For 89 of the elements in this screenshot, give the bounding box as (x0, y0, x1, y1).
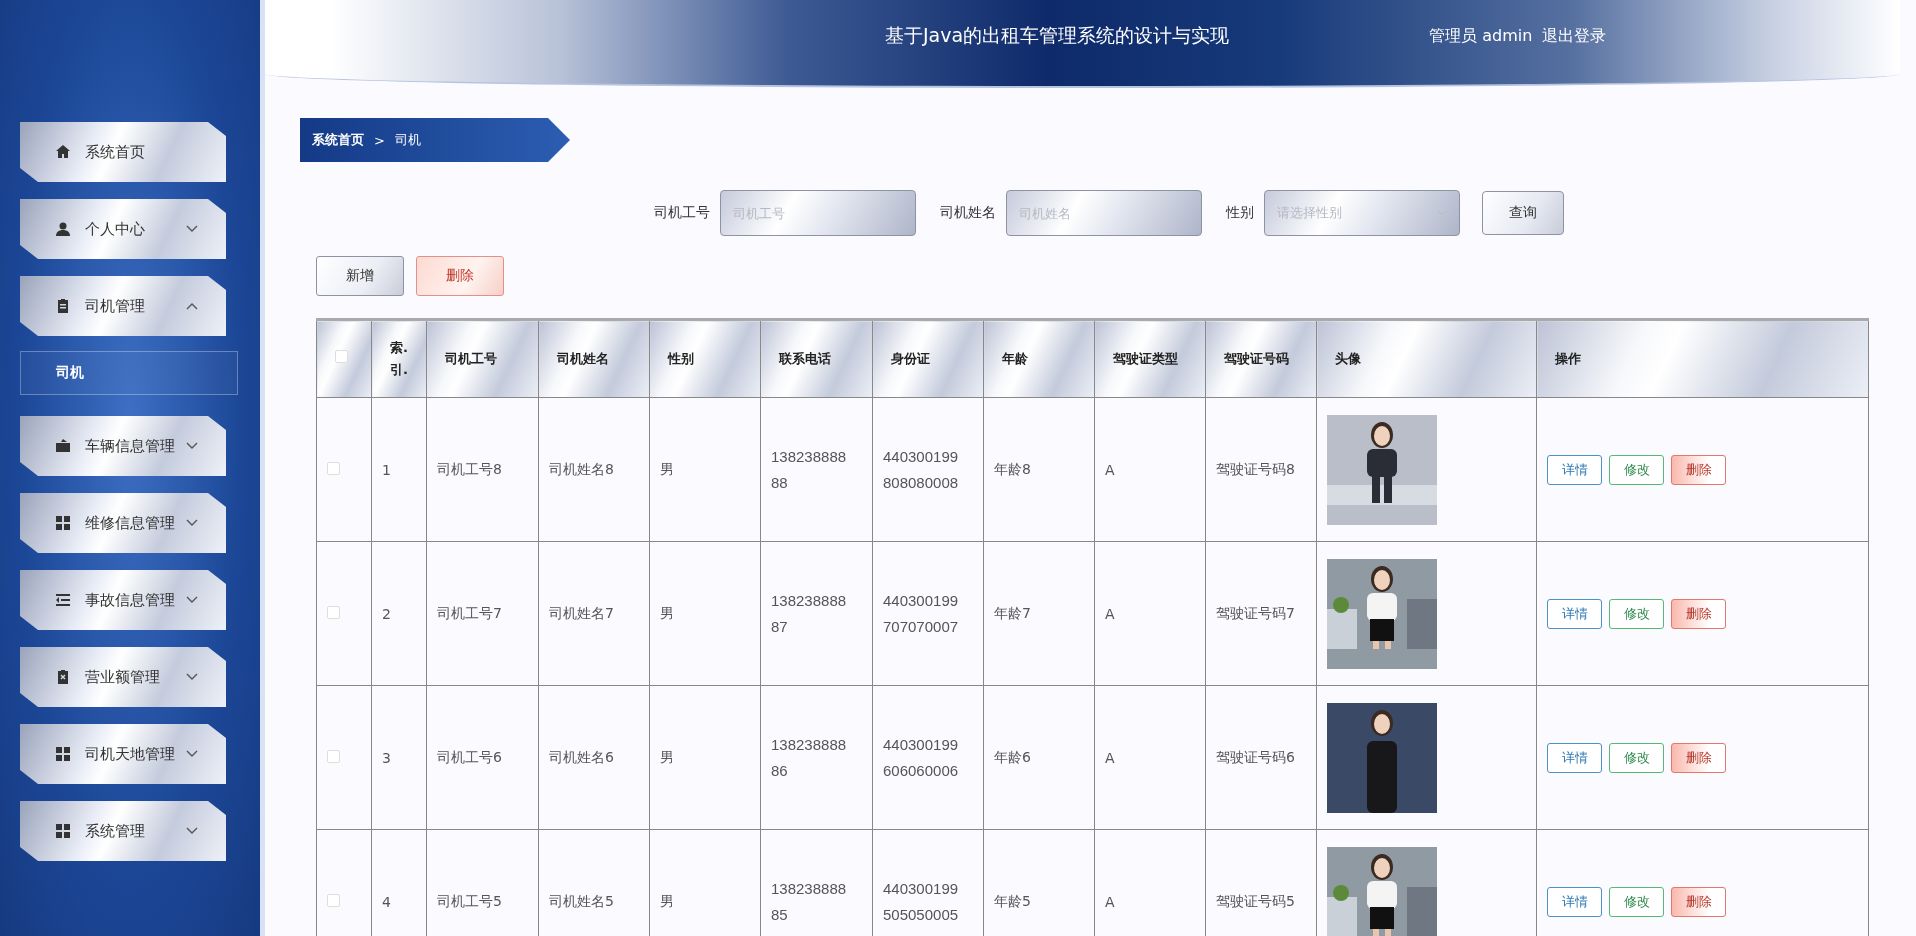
search-button[interactable]: 查询 (1482, 191, 1564, 235)
clipboard-icon (55, 298, 71, 314)
column-header: 头像 (1316, 319, 1537, 398)
column-header: 司机姓名 (538, 319, 650, 398)
delete-button[interactable]: 删除 (1671, 886, 1726, 917)
edit-button[interactable]: 修改 (1609, 742, 1664, 773)
sidebar-menu-item[interactable]: 营业额管理 (20, 647, 226, 707)
column-header: 性别 (649, 319, 761, 398)
sidebar-menu-item[interactable]: 司机管理 (20, 276, 226, 336)
field-label: 司机姓名 (940, 204, 996, 222)
table-cell-text: 440300199505050005 (883, 878, 960, 925)
row-checkbox[interactable] (327, 749, 340, 763)
sidebar-menu-item[interactable]: 系统管理 (20, 801, 226, 861)
edit-button[interactable]: 修改 (1609, 454, 1664, 485)
table-cell: 驾驶证号码8 (1205, 397, 1317, 542)
delete-button[interactable]: 删除 (1671, 742, 1726, 773)
logout-link[interactable]: 退出登录 (1542, 25, 1607, 47)
table-cell: 驾驶证号码6 (1205, 685, 1317, 830)
field-label: 性别 (1226, 204, 1254, 222)
table-cell: 男 (649, 685, 761, 830)
grid-icon (55, 823, 71, 839)
detail-button[interactable]: 详情 (1547, 598, 1602, 629)
table-cell: 年龄8 (983, 397, 1095, 542)
table-cell: 司机姓名6 (538, 685, 650, 830)
table-cell: 1 (371, 397, 427, 542)
grid-icon (55, 746, 71, 762)
column-header: 联系电话 (760, 319, 873, 398)
breadcrumb-link[interactable]: 系统首页 (312, 131, 364, 149)
edit-button[interactable]: 修改 (1609, 598, 1664, 629)
table-cell: 司机工号8 (426, 397, 539, 542)
table-cell: A (1094, 541, 1206, 686)
breadcrumb-separator: > (374, 132, 385, 148)
table-cell: 驾驶证号码7 (1205, 541, 1317, 686)
column-header: 身份证 (872, 319, 984, 398)
table-cell: 司机姓名7 (538, 541, 650, 686)
app-title: 基于Java的出租车管理系统的设计与实现 (885, 23, 1230, 48)
table-cell-text: 13823888887 (771, 590, 848, 637)
column-header: 操作 (1536, 319, 1869, 398)
submenu-item[interactable]: 司机 (20, 351, 238, 395)
table-cell: A (1094, 685, 1206, 830)
column-header: 驾驶证号码 (1205, 319, 1317, 398)
table-cell: 司机工号6 (426, 685, 539, 830)
column-header: 司机工号 (426, 319, 539, 398)
column-header: 年龄 (983, 319, 1095, 398)
sidebar-menu-item[interactable]: 事故信息管理 (20, 570, 226, 630)
detail-button[interactable]: 详情 (1547, 742, 1602, 773)
sidebar-menu-item[interactable]: 司机天地管理 (20, 724, 226, 784)
detail-button[interactable]: 详情 (1547, 886, 1602, 917)
table-cell-text: 440300199707070007 (883, 590, 960, 637)
table-cell: 年龄7 (983, 541, 1095, 686)
add-button[interactable]: 新增 (316, 256, 404, 296)
table-cell: 年龄6 (983, 685, 1095, 830)
grid-icon (55, 515, 71, 531)
field-label: 司机工号 (654, 204, 710, 222)
table-cell: 司机工号7 (426, 541, 539, 686)
sidebar-menu-item[interactable]: 个人中心 (20, 199, 226, 259)
caret-icon (1437, 210, 1447, 216)
sidebar-menu-item[interactable]: 系统首页 (20, 122, 226, 182)
column-header: 索.引. (371, 319, 427, 398)
table-cell-text: 440300199808080008 (883, 446, 960, 493)
table-cell: 男 (649, 397, 761, 542)
table-cell-text: 440300199606060006 (883, 734, 960, 781)
edit-button[interactable]: 修改 (1609, 886, 1664, 917)
wallet-icon (55, 438, 71, 454)
sidebar-menu-item[interactable]: 车辆信息管理 (20, 416, 226, 476)
table-cell: 3 (371, 685, 427, 830)
delete-button[interactable]: 删除 (1671, 454, 1726, 485)
table-cell-text: 13823888885 (771, 878, 848, 925)
table-cell: 司机姓名8 (538, 397, 650, 542)
delete-button[interactable]: 删除 (1671, 598, 1726, 629)
select-all-checkbox[interactable] (335, 350, 348, 363)
table-cell-text: 13823888888 (771, 446, 848, 493)
table-cell: A (1094, 397, 1206, 542)
list-icon (55, 592, 71, 608)
breadcrumb-current: 司机 (394, 131, 421, 149)
delete-button[interactable]: 删除 (416, 256, 504, 296)
clipboard-x-icon (55, 669, 71, 685)
table-cell: 男 (649, 541, 761, 686)
row-checkbox[interactable] (327, 605, 340, 619)
detail-button[interactable]: 详情 (1547, 454, 1602, 485)
row-checkbox[interactable] (327, 461, 340, 475)
user-label: 管理员 admin (1429, 25, 1533, 47)
home-icon (55, 144, 71, 160)
row-checkbox[interactable] (327, 893, 340, 907)
user-icon (55, 221, 71, 237)
sidebar-menu-item[interactable]: 维修信息管理 (20, 493, 226, 553)
column-header: 驾驶证类型 (1094, 319, 1206, 398)
table-cell-text: 13823888886 (771, 734, 848, 781)
table-cell: 2 (371, 541, 427, 686)
